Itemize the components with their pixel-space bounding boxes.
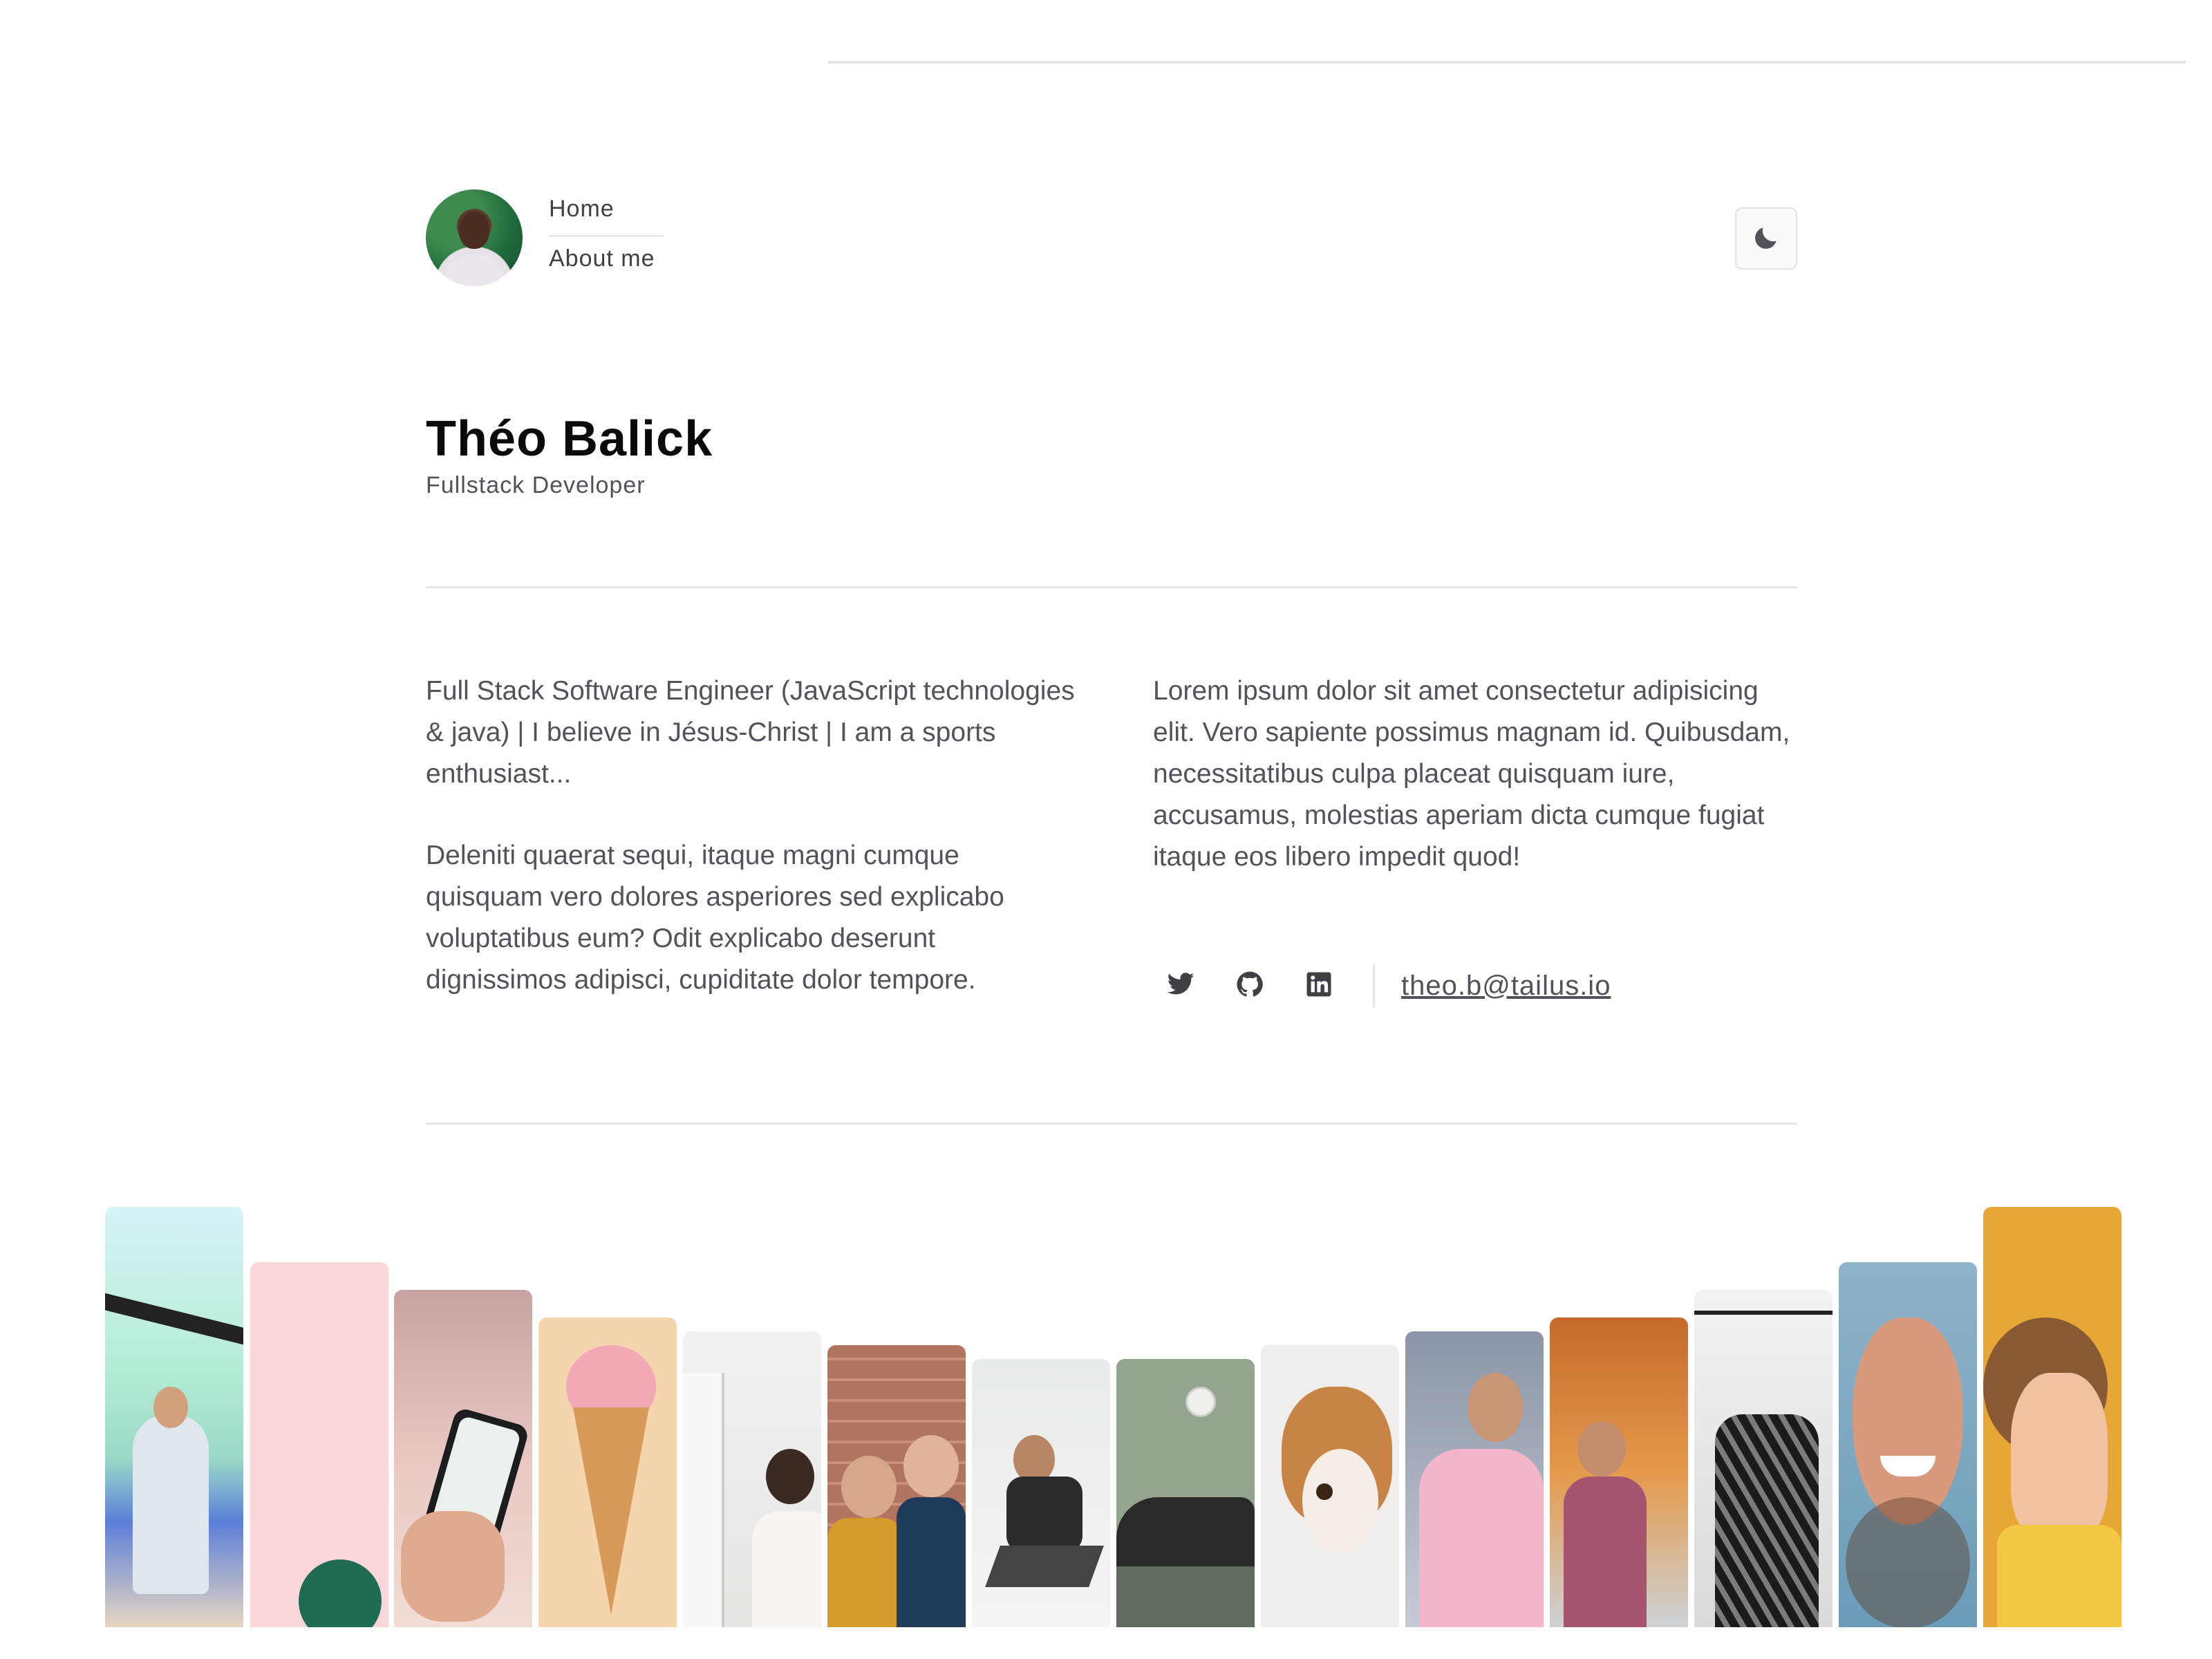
gallery-photo[interactable] bbox=[538, 1318, 677, 1627]
photo-gallery bbox=[105, 0, 2124, 1659]
gallery-photo[interactable] bbox=[105, 1207, 243, 1627]
gallery-photo[interactable] bbox=[683, 1331, 821, 1627]
gallery-photo[interactable] bbox=[394, 1290, 532, 1627]
gallery-photo[interactable] bbox=[827, 1345, 966, 1627]
gallery-photo[interactable] bbox=[1261, 1345, 1399, 1627]
gallery-photo[interactable] bbox=[1983, 1207, 2121, 1627]
gallery-photo[interactable] bbox=[972, 1359, 1110, 1627]
gallery-photo[interactable] bbox=[1405, 1331, 1544, 1627]
gallery-photo[interactable] bbox=[1116, 1359, 1255, 1627]
gallery-photo[interactable] bbox=[1839, 1262, 1977, 1627]
gallery-photo[interactable] bbox=[1694, 1290, 1833, 1627]
gallery-photo[interactable] bbox=[250, 1262, 388, 1627]
gallery-photo[interactable] bbox=[1550, 1318, 1688, 1627]
page: Home About me Théo Balick Fullstack Deve… bbox=[0, 0, 2212, 1659]
